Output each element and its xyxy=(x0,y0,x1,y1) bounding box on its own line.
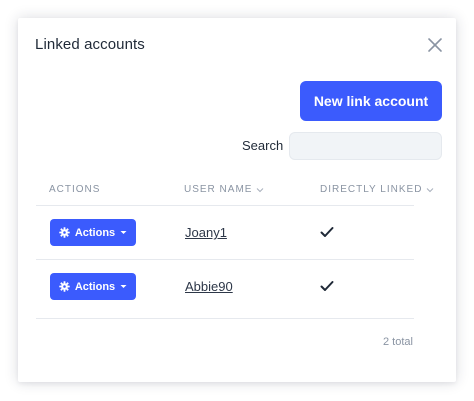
column-header-actions: ACTIONS xyxy=(49,184,100,195)
search-input[interactable] xyxy=(289,132,442,160)
table-row: Actions Abbie90 xyxy=(36,260,414,314)
chevron-down-icon xyxy=(257,187,264,192)
column-header-user-name[interactable]: USER NAME xyxy=(184,184,264,195)
column-header-label: ACTIONS xyxy=(49,184,101,195)
user-name-link[interactable]: Joany1 xyxy=(185,225,227,240)
chevron-down-icon xyxy=(427,187,434,192)
total-count: 2 total xyxy=(383,336,413,348)
column-header-label: DIRECTLY LINKED xyxy=(320,184,423,195)
actions-dropdown-button[interactable]: Actions xyxy=(50,219,136,246)
close-button[interactable] xyxy=(426,36,444,54)
search-label: Search xyxy=(242,138,284,153)
gear-icon xyxy=(59,227,70,238)
linked-accounts-modal: Linked accounts New link account Search … xyxy=(18,18,456,382)
gear-icon xyxy=(59,281,70,292)
actions-dropdown-button[interactable]: Actions xyxy=(50,273,136,300)
column-header-directly-linked[interactable]: DIRECTLY LINKED xyxy=(320,184,434,195)
actions-button-label: Actions xyxy=(74,226,116,239)
close-x-icon xyxy=(428,38,442,52)
table-row: Actions Joany1 xyxy=(36,206,414,260)
check-icon xyxy=(320,227,334,237)
modal-title: Linked accounts xyxy=(35,36,145,53)
caret-down-icon xyxy=(120,231,127,234)
new-link-account-button[interactable]: New link account xyxy=(300,81,442,121)
check-icon xyxy=(320,281,334,291)
caret-down-icon xyxy=(120,285,127,288)
table-footer-divider xyxy=(36,318,414,319)
column-header-label: USER NAME xyxy=(184,184,253,195)
actions-button-label: Actions xyxy=(74,280,116,293)
user-name-link[interactable]: Abbie90 xyxy=(185,279,233,294)
